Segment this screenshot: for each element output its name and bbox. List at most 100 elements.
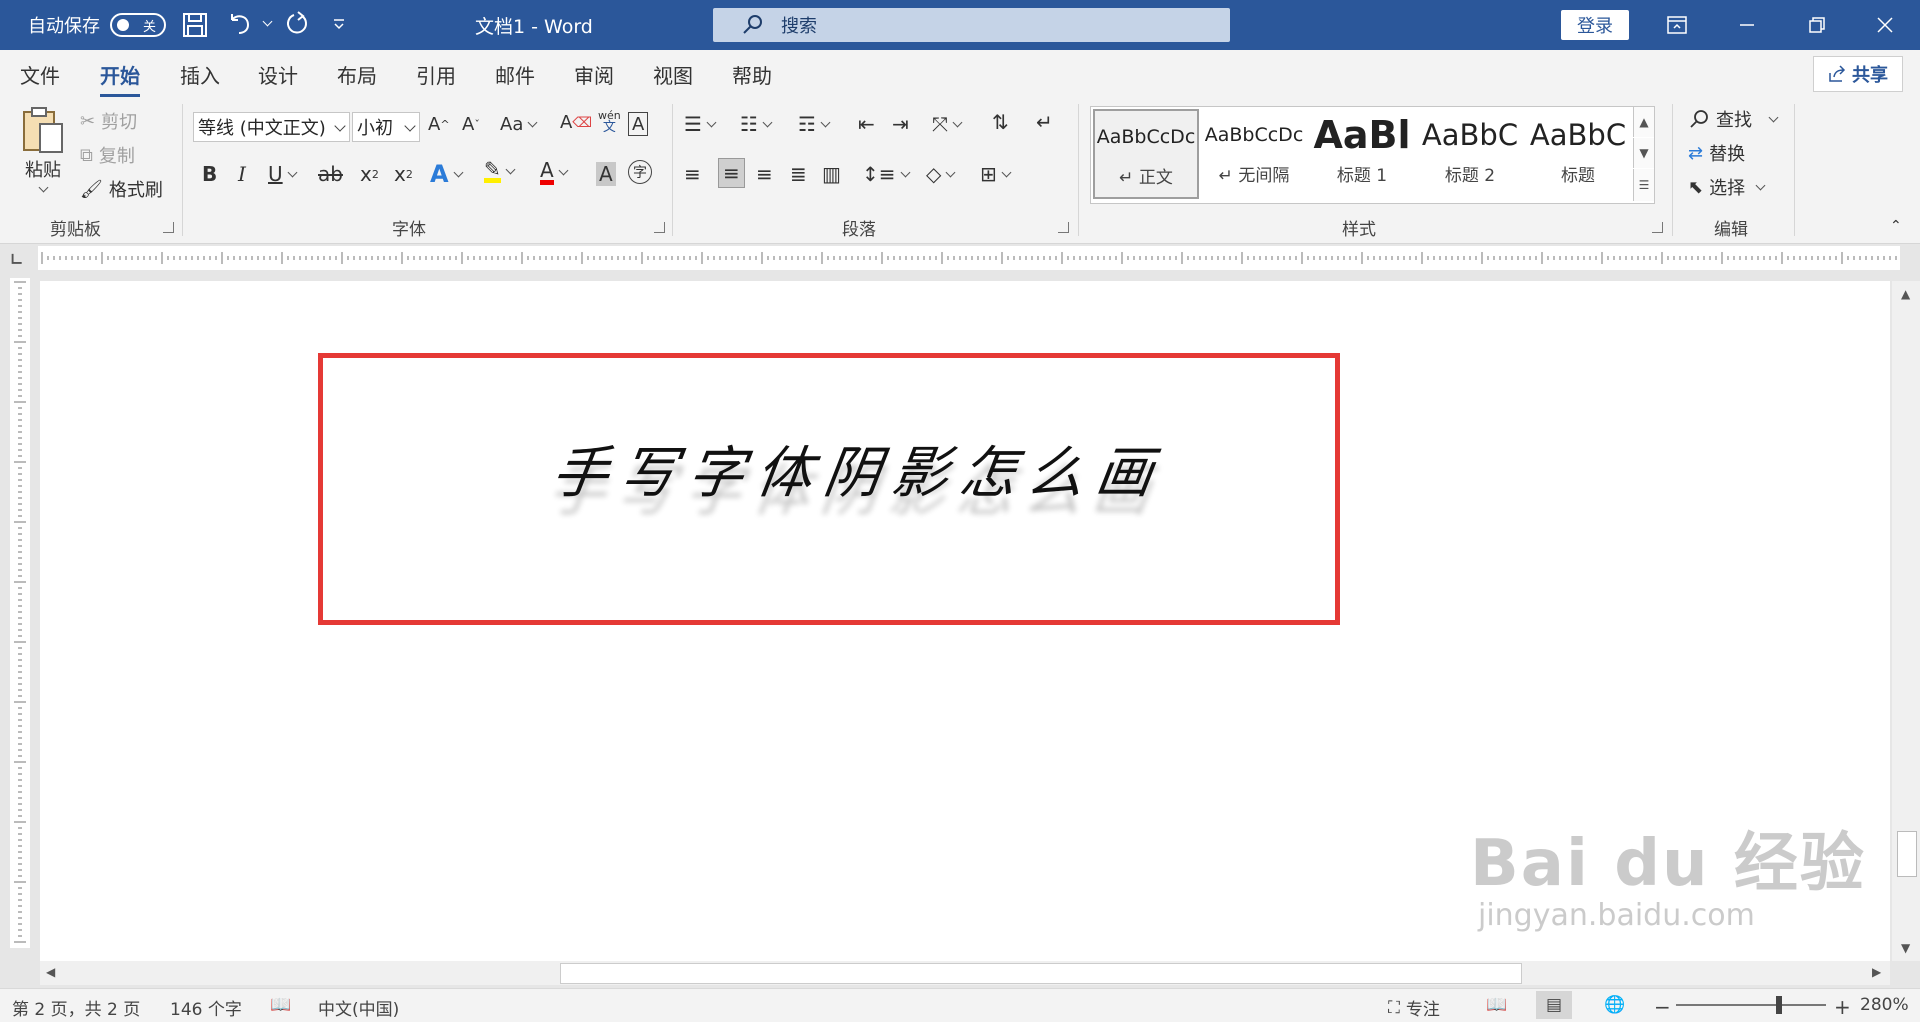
shrink-font-icon[interactable]: Aˇ xyxy=(462,114,480,135)
styles-launcher-icon[interactable] xyxy=(1652,222,1663,233)
character-border-icon[interactable]: A xyxy=(628,112,649,136)
text-box[interactable]: 手写字体阴影怎么画 xyxy=(318,353,1340,625)
vertical-scroll-thumb[interactable] xyxy=(1897,831,1917,877)
tab-home[interactable]: 开始 xyxy=(100,60,140,97)
share-button[interactable]: 共享 xyxy=(1813,56,1903,92)
tab-mailings[interactable]: 邮件 xyxy=(495,60,535,89)
language-indicator[interactable]: 中文(中国) xyxy=(318,995,399,1020)
line-spacing-icon[interactable]: ↕≡ xyxy=(862,162,910,186)
tab-file[interactable]: 文件 xyxy=(20,60,60,89)
style-heading-1[interactable]: AaBl 标题 1 xyxy=(1309,109,1415,199)
font-color-icon[interactable]: A xyxy=(540,160,569,185)
horizontal-scroll-thumb[interactable] xyxy=(560,963,1522,984)
vertical-scrollbar[interactable]: ▲ ▼ xyxy=(1892,281,1920,961)
text-effects-icon[interactable]: A xyxy=(430,160,464,188)
format-painter-button[interactable]: 🖌 格式刷 xyxy=(80,176,163,202)
zoom-slider[interactable] xyxy=(1676,996,1826,1014)
collapse-ribbon-icon[interactable]: ⌃ xyxy=(1890,218,1902,234)
find-button[interactable]: 查找 xyxy=(1688,106,1779,132)
zoom-level[interactable]: 280% xyxy=(1860,995,1909,1015)
subscript-icon[interactable]: x2 xyxy=(360,162,379,186)
zoom-out-icon[interactable]: − xyxy=(1654,995,1671,1019)
zoom-in-icon[interactable]: + xyxy=(1834,995,1851,1019)
web-layout-icon[interactable]: 🌐 xyxy=(1604,995,1625,1015)
clear-formatting-icon[interactable]: A ⌫ xyxy=(560,112,592,133)
numbering-icon[interactable]: ☷ xyxy=(740,112,773,136)
gallery-scroll-down-icon[interactable]: ▼ xyxy=(1633,138,1654,168)
clipboard-launcher-icon[interactable] xyxy=(163,222,174,233)
proofing-icon[interactable]: 📖 xyxy=(270,995,291,1015)
tab-insert[interactable]: 插入 xyxy=(180,60,220,89)
tab-layout[interactable]: 布局 xyxy=(337,60,377,89)
zoom-slider-thumb[interactable] xyxy=(1776,996,1782,1014)
bullets-icon[interactable]: ☰ xyxy=(684,112,717,136)
tab-review[interactable]: 审阅 xyxy=(574,60,614,89)
strikethrough-icon[interactable]: ab xyxy=(318,162,343,186)
multilevel-list-icon[interactable]: ☶ xyxy=(798,112,831,136)
distributed-icon[interactable]: ▥ xyxy=(822,162,841,186)
show-formatting-marks-icon[interactable]: ↵ xyxy=(1036,110,1053,134)
tab-view[interactable]: 视图 xyxy=(653,60,693,89)
style-heading-2[interactable]: AaBbC 标题 2 xyxy=(1417,109,1523,199)
paragraph-launcher-icon[interactable] xyxy=(1058,222,1069,233)
style-normal[interactable]: AaBbCcDc ↵ 正文 xyxy=(1093,109,1199,199)
scroll-up-icon[interactable]: ▲ xyxy=(1901,287,1910,301)
scroll-down-icon[interactable]: ▼ xyxy=(1901,941,1910,955)
close-icon[interactable] xyxy=(1850,0,1920,50)
cut-button[interactable]: ✂ 剪切 xyxy=(80,108,137,134)
chinese-layout-icon[interactable]: ⤧ xyxy=(932,112,963,136)
tab-help[interactable]: 帮助 xyxy=(732,60,772,89)
gallery-more-icon[interactable]: ☰ xyxy=(1633,169,1654,201)
vertical-ruler[interactable] xyxy=(10,278,30,948)
increase-indent-icon[interactable]: ⇥ xyxy=(892,112,909,136)
scroll-right-icon[interactable]: ▶ xyxy=(1872,965,1881,979)
login-button[interactable]: 登录 xyxy=(1561,10,1629,40)
print-layout-icon[interactable]: ▤ xyxy=(1536,991,1573,1019)
save-icon[interactable] xyxy=(182,12,208,38)
select-button[interactable]: ⬉ 选择 xyxy=(1688,174,1766,200)
read-mode-icon[interactable]: 📖 xyxy=(1486,995,1507,1015)
undo-dropdown-icon[interactable] xyxy=(258,16,273,27)
bold-icon[interactable]: B xyxy=(202,162,217,186)
horizontal-ruler[interactable] xyxy=(38,246,1900,270)
align-right-icon[interactable]: ≡ xyxy=(756,162,773,186)
search-box[interactable]: 搜索 xyxy=(713,8,1230,42)
word-count[interactable]: 146 个字 xyxy=(170,995,242,1020)
replace-button[interactable]: ⇄ 替换 xyxy=(1688,140,1745,166)
font-name-combo[interactable]: 等线 (中文正文) xyxy=(193,112,350,142)
style-title[interactable]: AaBbC 标题 xyxy=(1525,109,1631,199)
sort-icon[interactable]: ⇅ xyxy=(992,110,1009,134)
tab-references[interactable]: 引用 xyxy=(416,60,456,89)
font-launcher-icon[interactable] xyxy=(654,222,665,233)
shading-icon[interactable]: ◇ xyxy=(926,162,956,186)
copy-button[interactable]: ⧉ 复制 xyxy=(80,142,135,168)
italic-icon[interactable]: I xyxy=(238,162,246,186)
phonetic-guide-icon[interactable]: wén 文 xyxy=(598,110,621,135)
font-size-combo[interactable]: 小初 xyxy=(352,112,420,142)
align-left-icon[interactable]: ≡ xyxy=(684,162,701,186)
highlight-color-icon[interactable]: ✎ xyxy=(484,159,516,183)
grow-font-icon[interactable]: A ^ xyxy=(428,114,450,135)
tab-selector-icon[interactable]: ∟ xyxy=(10,250,26,269)
enclose-characters-icon[interactable]: 字 xyxy=(628,160,652,184)
customize-toolbar-icon[interactable] xyxy=(332,18,346,30)
superscript-icon[interactable]: x2 xyxy=(394,162,413,186)
focus-mode-button[interactable]: ⛶ 专注 xyxy=(1388,995,1440,1021)
autosave-toggle[interactable]: 关 xyxy=(110,13,166,37)
horizontal-scrollbar[interactable]: ◀ ▶ xyxy=(40,961,1890,985)
paste-button[interactable]: 粘贴 xyxy=(20,106,66,193)
tab-design[interactable]: 设计 xyxy=(258,60,298,89)
scroll-left-icon[interactable]: ◀ xyxy=(46,965,55,979)
align-center-icon[interactable]: ≡ xyxy=(718,158,745,188)
justify-icon[interactable]: ≣ xyxy=(790,162,807,186)
gallery-scroll-up-icon[interactable]: ▲ xyxy=(1633,107,1654,137)
redo-icon[interactable] xyxy=(282,10,310,38)
borders-icon[interactable]: ⊞ xyxy=(980,162,1012,186)
underline-icon[interactable]: U xyxy=(268,162,298,186)
handwritten-shadow-text[interactable]: 手写字体阴影怎么画 xyxy=(547,428,1170,509)
restore-icon[interactable] xyxy=(1782,0,1852,50)
undo-icon[interactable] xyxy=(226,10,254,38)
decrease-indent-icon[interactable]: ⇤ xyxy=(858,112,875,136)
change-case-icon[interactable]: Aa xyxy=(500,114,538,135)
character-shading-icon[interactable]: A xyxy=(596,162,616,186)
